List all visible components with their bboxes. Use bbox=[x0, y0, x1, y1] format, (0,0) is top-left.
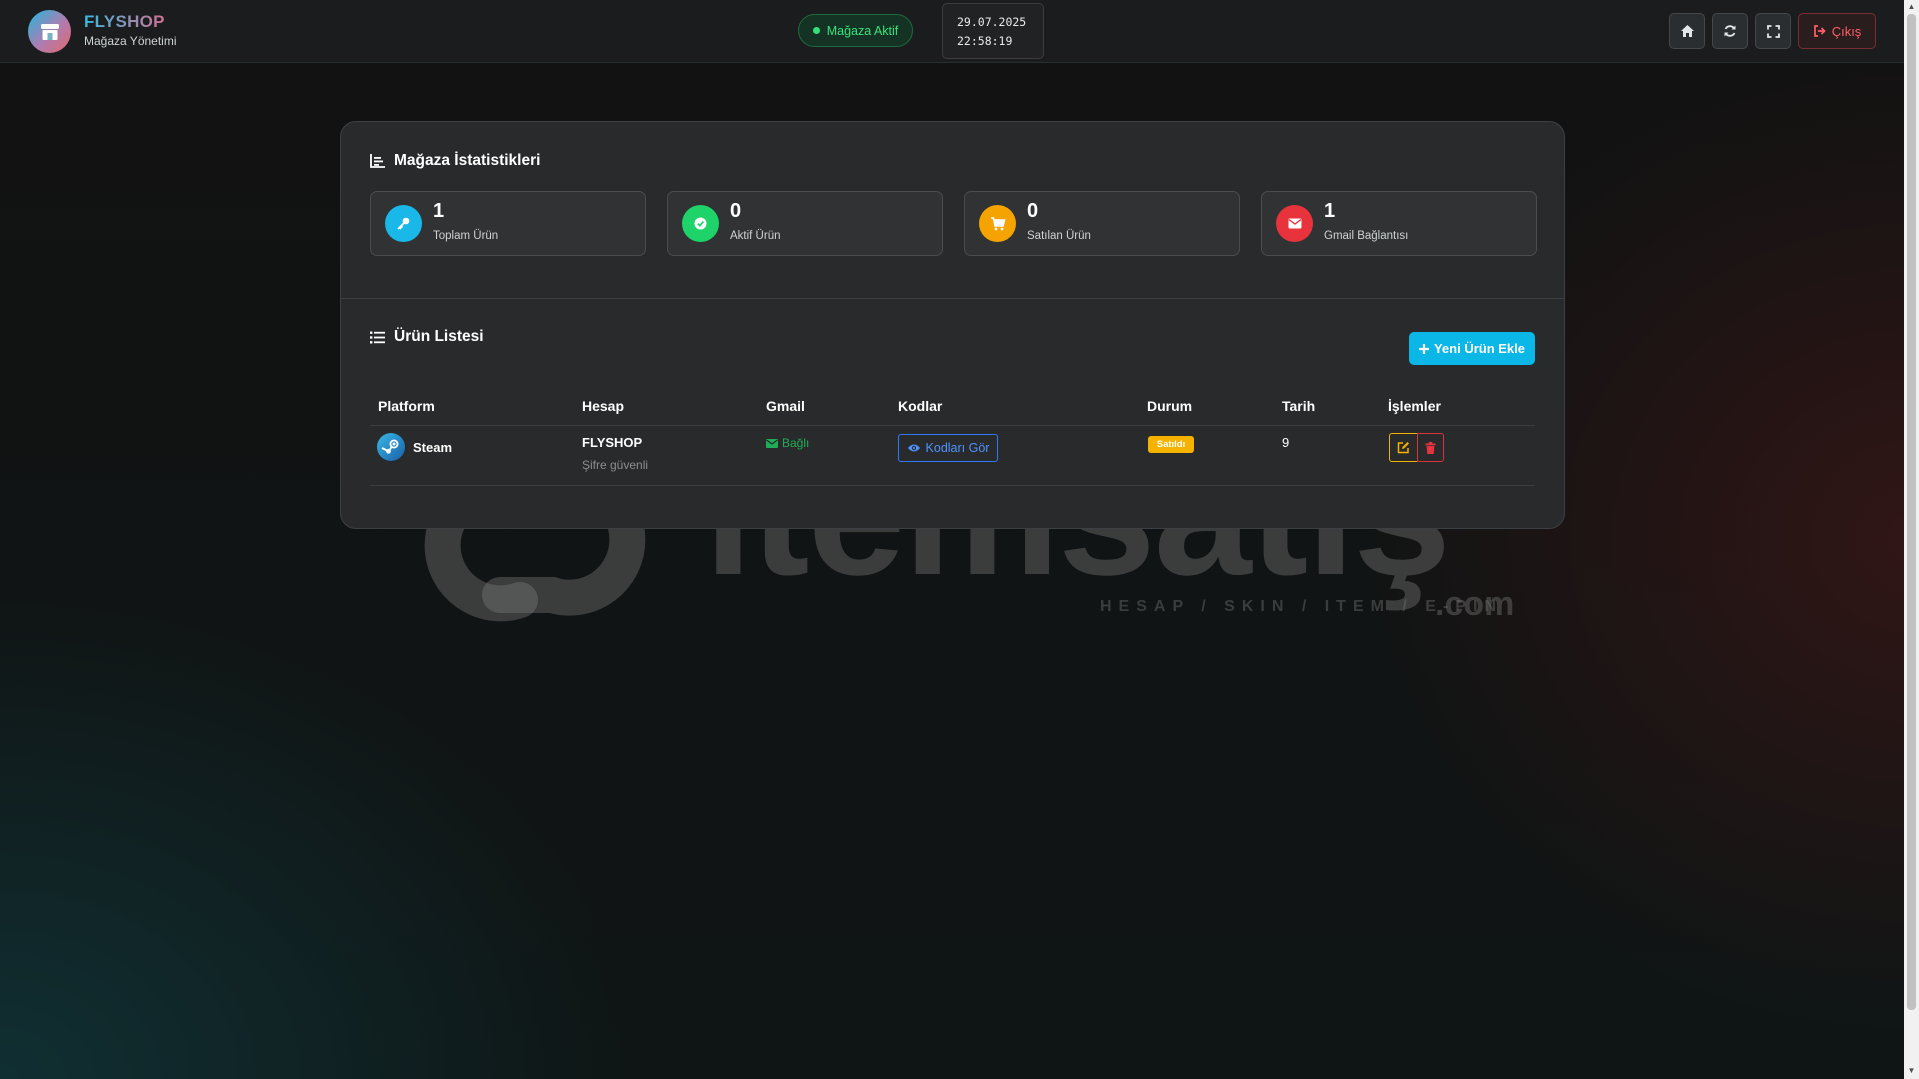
stat-label: Gmail Bağlantısı bbox=[1324, 230, 1409, 242]
section-divider bbox=[341, 298, 1564, 299]
list-icon bbox=[370, 331, 385, 343]
envelope-icon bbox=[1276, 205, 1313, 242]
gmail-status: Bağlı bbox=[766, 436, 809, 450]
stats-section-title: Mağaza İstatistikleri bbox=[370, 152, 540, 170]
scrollbar-thumb[interactable] bbox=[1907, 14, 1916, 1010]
product-date: 9 bbox=[1282, 435, 1290, 450]
stat-value: 1 bbox=[1324, 200, 1336, 222]
store-status-badge: Mağaza Aktif bbox=[798, 14, 913, 47]
refresh-button[interactable] bbox=[1712, 13, 1748, 49]
add-product-button[interactable]: Yeni Ürün Ekle bbox=[1409, 332, 1535, 365]
home-button[interactable] bbox=[1669, 13, 1705, 49]
logout-label: Çıkış bbox=[1831, 23, 1862, 39]
home-icon bbox=[1680, 25, 1694, 37]
column-header-status: Durum bbox=[1147, 398, 1193, 414]
stat-label: Toplam Ürün bbox=[433, 230, 499, 242]
fullscreen-button[interactable] bbox=[1755, 13, 1791, 49]
stat-card-gmail-connections: 1 Gmail Bağlantısı bbox=[1261, 191, 1537, 256]
top-navbar: FLYSHOP Mağaza Yönetimi Mağaza Aktif 29.… bbox=[0, 0, 1904, 63]
stat-card-active-products: 0 Aktif Ürün bbox=[667, 191, 943, 256]
column-header-codes: Kodlar bbox=[898, 398, 943, 414]
datetime-display: 29.07.2025 22:58:19 bbox=[942, 3, 1044, 59]
column-header-account: Hesap bbox=[582, 398, 625, 414]
stat-card-sold-products: 0 Satılan Ürün bbox=[964, 191, 1240, 256]
view-codes-button[interactable]: Kodları Gör bbox=[898, 434, 998, 462]
stat-card-total-products: 1 Toplam Ürün bbox=[370, 191, 646, 256]
column-header-gmail: Gmail bbox=[766, 398, 805, 414]
scroll-up-arrow-icon[interactable]: ▲ bbox=[1907, 2, 1916, 11]
store-status-label: Mağaza Aktif bbox=[826, 23, 899, 38]
scroll-down-arrow-icon[interactable]: ▼ bbox=[1907, 1066, 1916, 1075]
column-header-date: Tarih bbox=[1282, 398, 1316, 414]
status-dot-icon bbox=[812, 27, 820, 34]
logout-button[interactable]: Çıkış bbox=[1798, 13, 1876, 49]
gmail-status-label: Bağlı bbox=[782, 436, 810, 450]
envelope-icon bbox=[766, 438, 778, 448]
stat-value: 0 bbox=[1027, 200, 1039, 222]
stat-label: Aktif Ürün bbox=[730, 230, 781, 242]
cart-icon bbox=[979, 205, 1016, 242]
platform-name: Steam bbox=[413, 440, 453, 455]
add-product-label: Yeni Ürün Ekle bbox=[1433, 341, 1526, 356]
stat-value: 0 bbox=[730, 200, 742, 222]
dashboard-panel: Mağaza İstatistikleri 1 Toplam Ürün 0 Ak… bbox=[340, 121, 1565, 529]
refresh-icon bbox=[1724, 25, 1736, 37]
expand-icon bbox=[1766, 24, 1780, 38]
stats-title: Mağaza İstatistikleri bbox=[394, 152, 541, 169]
edit-button[interactable] bbox=[1389, 433, 1418, 462]
brand-subtitle: Mağaza Yönetimi bbox=[84, 34, 177, 48]
table-row-border bbox=[370, 485, 1535, 486]
products-title: Ürün Listesi bbox=[394, 328, 484, 345]
store-logo-icon bbox=[28, 10, 71, 53]
plus-icon bbox=[1418, 343, 1429, 354]
table-header-border bbox=[370, 425, 1535, 426]
stat-label: Satılan Ürün bbox=[1027, 230, 1091, 242]
view-codes-label: Kodları Gör bbox=[925, 441, 990, 455]
check-circle-icon bbox=[682, 205, 719, 242]
account-password-note: Şifre güvenli bbox=[582, 458, 649, 472]
sign-out-icon bbox=[1813, 25, 1826, 37]
column-header-actions: İşlemler bbox=[1388, 398, 1441, 414]
steam-icon bbox=[377, 433, 405, 461]
products-section-title: Ürün Listesi bbox=[370, 328, 484, 346]
chart-icon bbox=[370, 154, 385, 168]
current-date: 29.07.2025 bbox=[957, 14, 1027, 29]
watermark-suffix: .com bbox=[1435, 585, 1515, 623]
stat-value: 1 bbox=[433, 200, 445, 222]
edit-icon bbox=[1397, 442, 1409, 454]
watermark-tagline: HESAP / SKIN / ITEM / E-PIN bbox=[1100, 598, 1503, 615]
eye-icon bbox=[907, 444, 920, 452]
account-name: FLYSHOP bbox=[582, 435, 643, 450]
status-badge: Satıldı bbox=[1148, 436, 1194, 453]
trash-icon bbox=[1425, 441, 1436, 454]
brand-title: FLYSHOP bbox=[84, 12, 165, 31]
column-header-platform: Platform bbox=[378, 398, 435, 414]
key-icon bbox=[385, 205, 422, 242]
current-time: 22:58:19 bbox=[957, 33, 1013, 48]
delete-button[interactable] bbox=[1417, 433, 1444, 462]
